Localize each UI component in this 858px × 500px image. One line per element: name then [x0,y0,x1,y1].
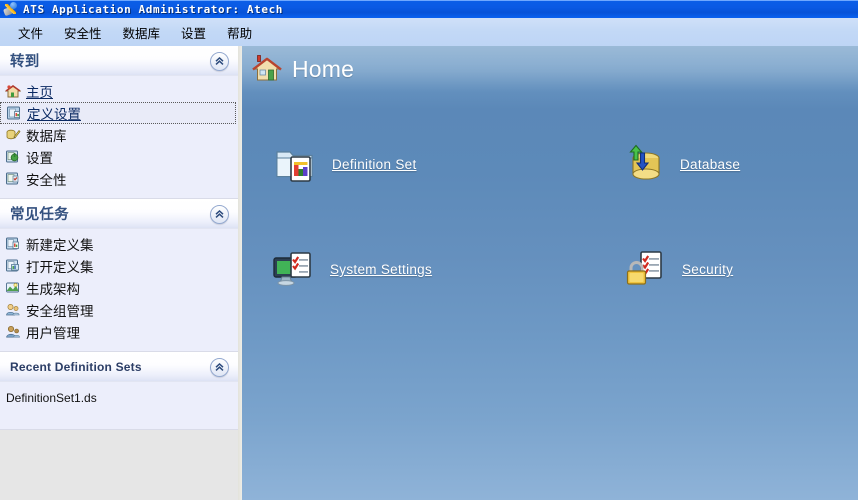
tile-security[interactable]: Security [572,217,733,322]
tile-row: Definition Set Database [242,112,858,217]
tile-database-label[interactable]: Database [680,157,740,172]
menu-bar: 文件 安全性 数据库 设置 帮助 [0,18,858,46]
definition-set-icon [6,105,22,121]
database-cylinder-arrows-icon [622,143,666,187]
menu-file[interactable]: 文件 [9,21,52,44]
new-definition-set-icon [5,236,21,252]
sidebar-item-generate-schema-label: 生成架构 [26,282,80,297]
sidebar-item-security-group[interactable]: 安全组管理 [0,299,238,321]
sidebar-panel-common-tasks-title: 常见任务 [10,207,69,223]
sidebar-item-generate-schema[interactable]: 生成架构 [0,277,238,299]
sidebar-item-new-definition-set[interactable]: 新建定义集 [0,233,238,255]
tile-system-settings-label[interactable]: System Settings [330,262,432,277]
sidebar-panel-goto-title: 转到 [10,54,40,70]
window-title-bar: ATS Application Administrator: Atech [0,0,858,18]
recent-definition-set-item[interactable]: DefinitionSet1.ds [0,386,238,411]
sidebar-item-open-definition-set-label: 打开定义集 [26,260,94,275]
sidebar-panel-recent-header[interactable]: Recent Definition Sets [0,352,238,382]
app-tools-icon [3,2,18,17]
sidebar-panel-common-tasks-body: 新建定义集 打开定义集 生成架构 安全组管理 用户管理 [0,229,238,351]
chevron-up-icon[interactable] [210,358,229,377]
page-title: Home [292,55,355,82]
database-pencil-icon [5,127,21,143]
sidebar-item-security[interactable]: 安全性 [0,168,238,190]
sidebar-item-definition-set-label: 定义设置 [27,107,81,122]
main-content: Home Definition Set Database System Sett… [242,46,858,500]
sidebar-item-security-label: 安全性 [26,173,67,188]
tile-definition-set[interactable]: Definition Set [242,112,572,217]
sidebar-item-user-management-label: 用户管理 [26,326,80,341]
tile-definition-set-label[interactable]: Definition Set [332,157,417,172]
sidebar-item-new-definition-set-label: 新建定义集 [26,238,94,253]
sidebar-item-settings-label: 设置 [26,151,53,166]
chevron-up-icon[interactable] [210,205,229,224]
sidebar-panel-goto: 转到 主页 定义设置 数据库 设置 安全性 [0,46,238,199]
sidebar-item-user-management[interactable]: 用户管理 [0,321,238,343]
padlock-checklist-icon [624,248,668,292]
sidebar-item-database-label: 数据库 [26,129,67,144]
sidebar-item-security-group-label: 安全组管理 [26,304,94,319]
main-header: Home [242,46,858,92]
menu-database[interactable]: 数据库 [114,21,170,44]
sidebar-item-open-definition-set[interactable]: 打开定义集 [0,255,238,277]
sidebar-panel-goto-body: 主页 定义设置 数据库 设置 安全性 [0,76,238,198]
home-icon [4,83,22,99]
security-group-icon [5,302,21,318]
sidebar-item-definition-set[interactable]: 定义设置 [0,102,236,124]
sidebar-panel-goto-header[interactable]: 转到 [0,46,238,76]
chevron-up-icon[interactable] [210,52,229,71]
generate-schema-icon [5,280,21,296]
tile-security-label[interactable]: Security [682,262,733,277]
sidebar-panel-recent-title: Recent Definition Sets [10,359,142,374]
security-icon [5,171,21,187]
sidebar-panel-common-tasks-header[interactable]: 常见任务 [0,199,238,229]
menu-settings[interactable]: 设置 [172,21,215,44]
menu-security[interactable]: 安全性 [55,21,111,44]
window-title: ATS Application Administrator: Atech [23,2,284,16]
sidebar: 转到 主页 定义设置 数据库 设置 安全性 常见任务 新建定义集 打开定义集 生… [0,46,238,500]
menu-help[interactable]: 帮助 [218,21,261,44]
sidebar-panel-recent-body: DefinitionSet1.ds [0,382,238,429]
settings-icon [5,149,21,165]
open-definition-set-icon [5,258,21,274]
house-icon [252,54,282,84]
application-window: ATS Application Administrator: Atech 文件 … [0,0,858,500]
tile-database[interactable]: Database [572,112,740,217]
sidebar-item-settings[interactable]: 设置 [0,146,238,168]
tile-row: System Settings Security [242,217,858,322]
sidebar-item-database[interactable]: 数据库 [0,124,238,146]
tile-system-settings[interactable]: System Settings [242,217,572,322]
folder-blocks-icon [274,143,318,187]
sidebar-panel-recent: Recent Definition Sets DefinitionSet1.ds [0,352,238,430]
sidebar-panel-common-tasks: 常见任务 新建定义集 打开定义集 生成架构 安全组管理 用户管理 [0,199,238,352]
user-management-icon [5,324,21,340]
sidebar-item-home[interactable]: 主页 [0,80,238,102]
monitor-checklist-icon [272,248,316,292]
sidebar-item-home-label: 主页 [26,85,53,100]
tile-grid: Definition Set Database System Settings … [242,112,858,322]
